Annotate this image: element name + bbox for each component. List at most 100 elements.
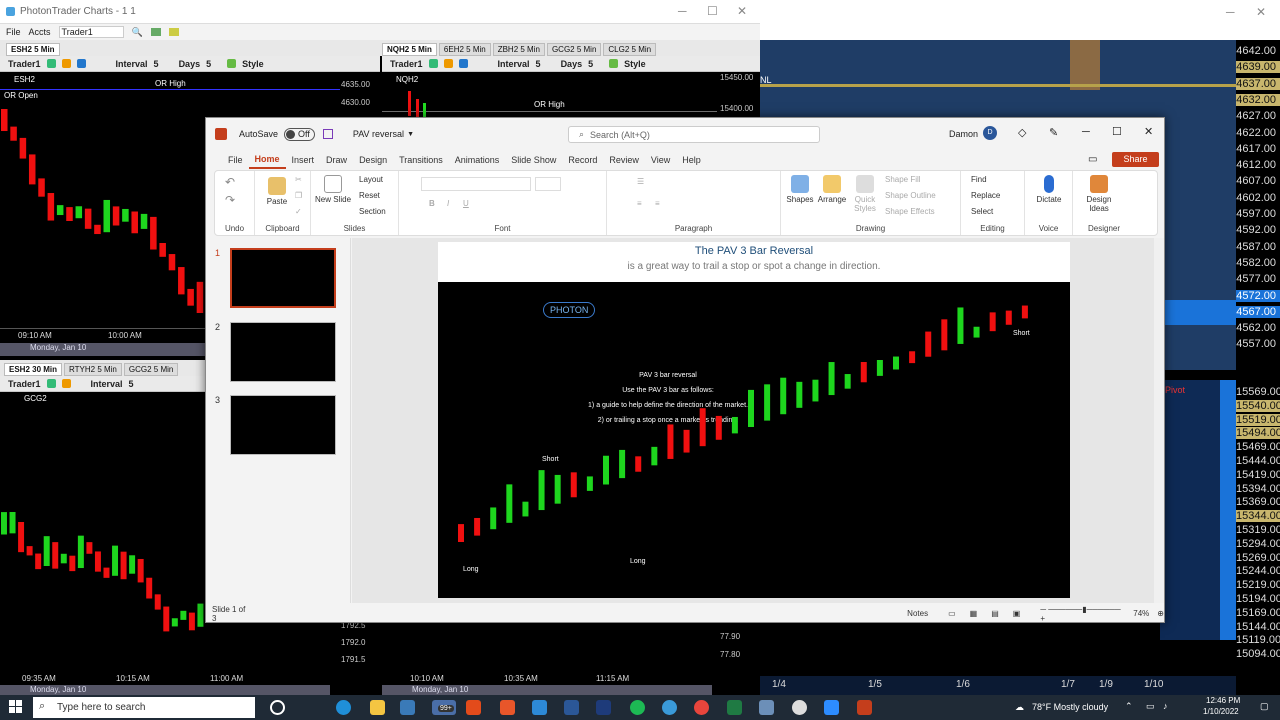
ladder-price[interactable]: 4567.00 — [1236, 305, 1280, 318]
ladder-price[interactable]: 15094.00 — [1236, 648, 1280, 660]
new-slide-button[interactable]: New Slide — [315, 175, 351, 204]
menu-slide-show[interactable]: Slide Show — [505, 152, 562, 168]
menu-home[interactable]: Home — [248, 151, 286, 169]
network-icon[interactable]: ▭ — [1146, 701, 1155, 712]
diamond-icon[interactable]: ◇ — [1018, 126, 1026, 139]
menu-design[interactable]: Design — [353, 152, 393, 168]
zoom-level[interactable]: 74% — [1133, 609, 1149, 618]
menu-file[interactable]: File — [222, 152, 249, 168]
search-icon[interactable]: 🔍 — [132, 27, 143, 38]
share-button[interactable]: Share — [1112, 152, 1159, 167]
ladder-price[interactable]: 4582.00 — [1236, 257, 1280, 269]
zoom-slider[interactable]: ─ ──────▮────── + — [1040, 605, 1121, 623]
redo-icon[interactable]: ↷ — [225, 193, 235, 207]
slide-chart-image[interactable]: PHOTON PAV 3 bar reversal Use the PAV 3 … — [438, 282, 1070, 598]
design-ideas-button[interactable]: Design Ideas — [1079, 175, 1119, 213]
ladder-price[interactable]: 15369.00 — [1236, 496, 1280, 508]
ladder-price[interactable]: 4592.00 — [1236, 224, 1280, 236]
chart-tab[interactable]: NQH2 5 Min — [382, 43, 437, 56]
menu-review[interactable]: Review — [603, 152, 645, 168]
app-icon[interactable] — [792, 700, 807, 715]
align-center-icon[interactable]: ≡ — [655, 199, 660, 208]
tray-chevron-icon[interactable]: ⌃ — [1125, 701, 1133, 712]
ladder-price[interactable]: 15269.00 — [1236, 552, 1280, 564]
notes-button[interactable]: Notes — [907, 609, 928, 618]
crosshair-icon[interactable] — [46, 379, 56, 388]
ladder-price[interactable]: 4612.00 — [1236, 159, 1280, 171]
app-icon[interactable] — [500, 700, 515, 715]
office-icon[interactable] — [466, 700, 481, 715]
slide-thumbnail-3[interactable] — [230, 395, 336, 455]
speaker-icon[interactable]: ♪ — [1163, 701, 1168, 711]
style-icon[interactable] — [609, 59, 619, 68]
shape-fill-button[interactable]: Shape Fill — [885, 175, 921, 184]
layout-button[interactable]: Layout — [359, 175, 383, 184]
chart-tab[interactable]: ZBH2 5 Min — [492, 43, 545, 56]
ladder-price[interactable]: 4587.00 — [1236, 241, 1280, 253]
toolbar-account[interactable]: Trader1 — [390, 59, 423, 69]
zoom-app-icon[interactable] — [824, 700, 839, 715]
draw-icon[interactable] — [76, 59, 86, 68]
days-value[interactable]: 5 — [206, 59, 211, 69]
ladder-price[interactable]: 15169.00 — [1236, 607, 1280, 619]
ladder-price[interactable]: 4642.00 — [1236, 45, 1280, 57]
user-name[interactable]: Damon — [949, 129, 978, 139]
ladder-price[interactable]: 4632.00 — [1236, 93, 1280, 106]
app-icon[interactable] — [532, 700, 547, 715]
ladder-price[interactable]: 4622.00 — [1236, 127, 1280, 139]
ladder-price[interactable]: 4627.00 — [1236, 110, 1280, 122]
interval-value[interactable]: 5 — [154, 59, 159, 69]
toolbar-account[interactable]: Trader1 — [8, 379, 41, 389]
normal-view-icon[interactable]: ▭ — [948, 609, 956, 618]
ladder-price[interactable]: 4602.00 — [1236, 192, 1280, 204]
minimize-icon[interactable]: ─ — [1082, 126, 1090, 138]
store-icon[interactable] — [400, 700, 415, 715]
paste-button[interactable]: Paste — [263, 177, 291, 206]
bar-chart-icon[interactable] — [61, 59, 71, 68]
ladder-price[interactable]: 15519.00 — [1236, 413, 1280, 426]
grid-icon[interactable] — [150, 28, 161, 36]
bullets-icon[interactable]: ☰ — [637, 177, 644, 186]
ladder-price[interactable]: 15119.00 — [1236, 634, 1280, 646]
menu-view[interactable]: View — [645, 152, 676, 168]
style-label[interactable]: Style — [242, 59, 264, 69]
reading-view-icon[interactable]: ▤ — [991, 609, 999, 618]
shapes-button[interactable]: Shapes — [785, 175, 815, 204]
slide-sorter-icon[interactable]: ▦ — [970, 609, 978, 618]
ladder-price[interactable]: 4562.00 — [1236, 322, 1280, 334]
reset-button[interactable]: Reset — [359, 191, 380, 200]
menu-insert[interactable]: Insert — [286, 152, 321, 168]
ladder-price[interactable]: 4597.00 — [1236, 208, 1280, 220]
minimize-icon[interactable]: ─ — [1226, 5, 1235, 19]
bar-chart-icon[interactable] — [443, 59, 453, 68]
menu-draw[interactable]: Draw — [320, 152, 353, 168]
interval-value[interactable]: 5 — [129, 379, 134, 389]
underline-icon[interactable]: U — [463, 199, 469, 208]
ladder-price[interactable]: 4607.00 — [1236, 175, 1280, 187]
section-button[interactable]: Section — [359, 207, 386, 216]
draw-icon[interactable] — [458, 59, 468, 68]
tab-rtyh2[interactable]: RTYH2 5 Min — [64, 363, 122, 376]
menu-help[interactable]: Help — [676, 152, 707, 168]
replace-button[interactable]: Replace — [971, 191, 1000, 200]
crosshair-icon[interactable] — [428, 59, 438, 68]
tab-esh2[interactable]: ESH2 5 Min — [6, 43, 60, 56]
ladder-price[interactable]: 15444.00 — [1236, 455, 1280, 467]
ladder-price[interactable]: 15319.00 — [1236, 524, 1280, 536]
slide-thumbnail-2[interactable] — [230, 322, 336, 382]
maximize-icon[interactable]: ☐ — [707, 4, 718, 18]
ladder-price[interactable]: 4617.00 — [1236, 143, 1280, 155]
comments-icon[interactable]: ▭ — [1088, 154, 1097, 165]
notifications-icon[interactable]: ▢ — [1260, 701, 1269, 712]
dictate-button[interactable]: Dictate — [1031, 175, 1067, 204]
close-icon[interactable]: ✕ — [1144, 125, 1153, 138]
maximize-icon[interactable]: ☐ — [1112, 125, 1122, 138]
file-name[interactable]: PAV reversal — [353, 129, 404, 139]
search-box[interactable]: ⌕ Search (Alt+Q) — [568, 126, 820, 143]
avatar[interactable]: D — [983, 126, 997, 140]
close-icon[interactable]: ✕ — [737, 4, 747, 18]
interval-value[interactable]: 5 — [536, 59, 541, 69]
bold-icon[interactable]: B — [429, 199, 435, 208]
layout-icon[interactable] — [168, 28, 179, 36]
clg2-chart[interactable]: 77.90 77.80 10:10 AM 10:35 AM 11:15 AM — [382, 625, 760, 685]
